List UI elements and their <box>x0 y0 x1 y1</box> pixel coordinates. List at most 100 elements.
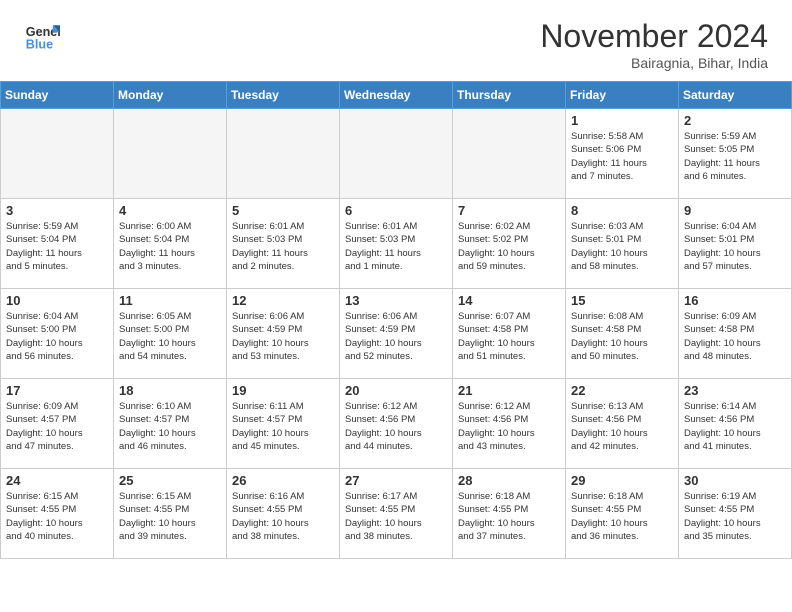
day-number: 1 <box>571 113 673 128</box>
weekday-header-thursday: Thursday <box>453 82 566 109</box>
weekday-header-saturday: Saturday <box>679 82 792 109</box>
logo: General Blue <box>24 18 64 54</box>
day-cell-29: 29 Sunrise: 6:18 AM Sunset: 4:55 PM Dayli… <box>566 469 679 559</box>
week-row-4: 17 Sunrise: 6:09 AM Sunset: 4:57 PM Dayli… <box>1 379 792 469</box>
day-number: 22 <box>571 383 673 398</box>
week-row-3: 10 Sunrise: 6:04 AM Sunset: 5:00 PM Dayli… <box>1 289 792 379</box>
day-number: 11 <box>119 293 221 308</box>
day-cell-2: 2Sunrise: 5:59 AM Sunset: 5:05 PM Daylig… <box>679 109 792 199</box>
day-cell-28: 28 Sunrise: 6:18 AM Sunset: 4:55 PM Dayli… <box>453 469 566 559</box>
weekday-header-monday: Monday <box>114 82 227 109</box>
weekday-header-wednesday: Wednesday <box>340 82 453 109</box>
day-info: Sunrise: 6:04 AM Sunset: 5:00 PM Dayligh… <box>6 310 108 363</box>
day-cell-30: 30Sunrise: 6:19 AM Sunset: 4:55 PM Dayli… <box>679 469 792 559</box>
day-info: Sunrise: 6:12 AM Sunset: 4:56 PM Dayligh… <box>345 400 447 453</box>
day-info: Sunrise: 6:06 AM Sunset: 4:59 PM Dayligh… <box>232 310 334 363</box>
empty-cell <box>114 109 227 199</box>
day-cell-20: 20Sunrise: 6:12 AM Sunset: 4:56 PM Dayli… <box>340 379 453 469</box>
day-cell-27: 27 Sunrise: 6:17 AM Sunset: 4:55 PM Dayli… <box>340 469 453 559</box>
day-info: Sunrise: 6:02 AM Sunset: 5:02 PM Dayligh… <box>458 220 560 273</box>
day-number: 24 <box>6 473 108 488</box>
day-number: 12 <box>232 293 334 308</box>
day-info: Sunrise: 6:14 AM Sunset: 4:56 PM Dayligh… <box>684 400 786 453</box>
day-cell-24: 24 Sunrise: 6:15 AM Sunset: 4:55 PM Dayli… <box>1 469 114 559</box>
day-cell-5: 5Sunrise: 6:01 AM Sunset: 5:03 PM Daylig… <box>227 199 340 289</box>
day-number: 27 <box>345 473 447 488</box>
day-cell-21: 21 Sunrise: 6:12 AM Sunset: 4:56 PM Dayli… <box>453 379 566 469</box>
day-number: 17 <box>6 383 108 398</box>
day-info: Sunrise: 6:18 AM Sunset: 4:55 PM Dayligh… <box>571 490 673 543</box>
day-info: Sunrise: 6:05 AM Sunset: 5:00 PM Dayligh… <box>119 310 221 363</box>
month-title: November 2024 <box>540 18 768 55</box>
day-number: 28 <box>458 473 560 488</box>
day-number: 21 <box>458 383 560 398</box>
day-info: Sunrise: 6:15 AM Sunset: 4:55 PM Dayligh… <box>6 490 108 543</box>
day-info: Sunrise: 6:04 AM Sunset: 5:01 PM Dayligh… <box>684 220 786 273</box>
day-number: 8 <box>571 203 673 218</box>
empty-cell <box>340 109 453 199</box>
day-info: Sunrise: 6:12 AM Sunset: 4:56 PM Dayligh… <box>458 400 560 453</box>
weekday-header-row: SundayMondayTuesdayWednesdayThursdayFrid… <box>1 82 792 109</box>
day-cell-8: 8 Sunrise: 6:03 AM Sunset: 5:01 PM Daylig… <box>566 199 679 289</box>
day-info: Sunrise: 6:10 AM Sunset: 4:57 PM Dayligh… <box>119 400 221 453</box>
day-cell-3: 3 Sunrise: 5:59 AM Sunset: 5:04 PM Daylig… <box>1 199 114 289</box>
day-number: 23 <box>684 383 786 398</box>
day-info: Sunrise: 6:16 AM Sunset: 4:55 PM Dayligh… <box>232 490 334 543</box>
day-number: 9 <box>684 203 786 218</box>
empty-cell <box>227 109 340 199</box>
day-info: Sunrise: 6:15 AM Sunset: 4:55 PM Dayligh… <box>119 490 221 543</box>
day-cell-19: 19Sunrise: 6:11 AM Sunset: 4:57 PM Dayli… <box>227 379 340 469</box>
title-block: November 2024 Bairagnia, Bihar, India <box>540 18 768 71</box>
day-cell-18: 18Sunrise: 6:10 AM Sunset: 4:57 PM Dayli… <box>114 379 227 469</box>
week-row-5: 24 Sunrise: 6:15 AM Sunset: 4:55 PM Dayli… <box>1 469 792 559</box>
day-info: Sunrise: 6:08 AM Sunset: 4:58 PM Dayligh… <box>571 310 673 363</box>
day-cell-23: 23 Sunrise: 6:14 AM Sunset: 4:56 PM Dayli… <box>679 379 792 469</box>
day-info: Sunrise: 6:01 AM Sunset: 5:03 PM Dayligh… <box>345 220 447 273</box>
day-cell-10: 10 Sunrise: 6:04 AM Sunset: 5:00 PM Dayli… <box>1 289 114 379</box>
day-info: Sunrise: 6:06 AM Sunset: 4:59 PM Dayligh… <box>345 310 447 363</box>
day-number: 26 <box>232 473 334 488</box>
day-cell-1: 1 Sunrise: 5:58 AM Sunset: 5:06 PM Daylig… <box>566 109 679 199</box>
day-cell-17: 17 Sunrise: 6:09 AM Sunset: 4:57 PM Dayli… <box>1 379 114 469</box>
day-info: Sunrise: 6:17 AM Sunset: 4:55 PM Dayligh… <box>345 490 447 543</box>
day-number: 16 <box>684 293 786 308</box>
day-number: 19 <box>232 383 334 398</box>
day-cell-26: 26 Sunrise: 6:16 AM Sunset: 4:55 PM Dayli… <box>227 469 340 559</box>
day-number: 13 <box>345 293 447 308</box>
day-cell-22: 22 Sunrise: 6:13 AM Sunset: 4:56 PM Dayli… <box>566 379 679 469</box>
day-info: Sunrise: 6:19 AM Sunset: 4:55 PM Dayligh… <box>684 490 786 543</box>
day-info: Sunrise: 6:09 AM Sunset: 4:57 PM Dayligh… <box>6 400 108 453</box>
day-info: Sunrise: 5:59 AM Sunset: 5:04 PM Dayligh… <box>6 220 108 273</box>
day-number: 7 <box>458 203 560 218</box>
day-number: 10 <box>6 293 108 308</box>
day-info: Sunrise: 6:18 AM Sunset: 4:55 PM Dayligh… <box>458 490 560 543</box>
weekday-header-friday: Friday <box>566 82 679 109</box>
week-row-2: 3 Sunrise: 5:59 AM Sunset: 5:04 PM Daylig… <box>1 199 792 289</box>
location: Bairagnia, Bihar, India <box>540 55 768 71</box>
calendar-table: SundayMondayTuesdayWednesdayThursdayFrid… <box>0 81 792 559</box>
day-cell-16: 16 Sunrise: 6:09 AM Sunset: 4:58 PM Dayli… <box>679 289 792 379</box>
weekday-header-sunday: Sunday <box>1 82 114 109</box>
day-cell-11: 11 Sunrise: 6:05 AM Sunset: 5:00 PM Dayli… <box>114 289 227 379</box>
day-number: 4 <box>119 203 221 218</box>
day-cell-12: 12 Sunrise: 6:06 AM Sunset: 4:59 PM Dayli… <box>227 289 340 379</box>
header: General Blue November 2024 Bairagnia, Bi… <box>0 0 792 81</box>
day-number: 14 <box>458 293 560 308</box>
day-info: Sunrise: 6:13 AM Sunset: 4:56 PM Dayligh… <box>571 400 673 453</box>
day-cell-14: 14Sunrise: 6:07 AM Sunset: 4:58 PM Dayli… <box>453 289 566 379</box>
day-info: Sunrise: 5:58 AM Sunset: 5:06 PM Dayligh… <box>571 130 673 183</box>
day-number: 25 <box>119 473 221 488</box>
day-number: 29 <box>571 473 673 488</box>
day-cell-6: 6 Sunrise: 6:01 AM Sunset: 5:03 PM Daylig… <box>340 199 453 289</box>
empty-cell <box>1 109 114 199</box>
day-info: Sunrise: 6:09 AM Sunset: 4:58 PM Dayligh… <box>684 310 786 363</box>
day-number: 3 <box>6 203 108 218</box>
svg-text:Blue: Blue <box>26 38 53 52</box>
day-number: 6 <box>345 203 447 218</box>
day-cell-7: 7 Sunrise: 6:02 AM Sunset: 5:02 PM Daylig… <box>453 199 566 289</box>
day-info: Sunrise: 6:01 AM Sunset: 5:03 PM Dayligh… <box>232 220 334 273</box>
day-number: 2 <box>684 113 786 128</box>
day-info: Sunrise: 6:03 AM Sunset: 5:01 PM Dayligh… <box>571 220 673 273</box>
day-cell-9: 9 Sunrise: 6:04 AM Sunset: 5:01 PM Daylig… <box>679 199 792 289</box>
day-cell-4: 4Sunrise: 6:00 AM Sunset: 5:04 PM Daylig… <box>114 199 227 289</box>
